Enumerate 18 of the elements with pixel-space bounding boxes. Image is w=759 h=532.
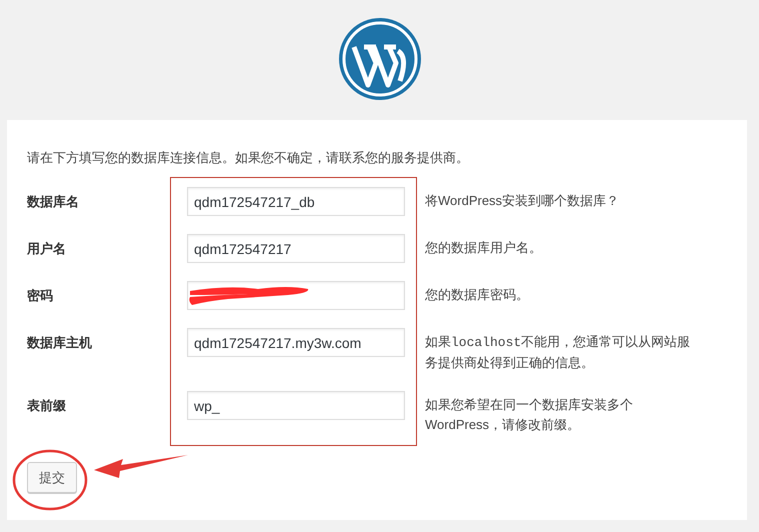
input-field[interactable]: qdm172547217 <box>187 234 405 263</box>
input-field[interactable]: qdm172547217.my3w.com <box>187 328 405 357</box>
field-label: 用户名 <box>27 240 67 258</box>
help-text: 如果您希望在同一个数据库安装多个WordPress，请修改前缀。 <box>425 396 634 434</box>
help-text: 您的数据库密码。 <box>425 286 530 304</box>
input-field[interactable]: qdm172547217_db <box>187 187 405 216</box>
field-label: 密码 <box>27 287 54 305</box>
intro-text: 请在下方填写您的数据库连接信息。如果您不确定，请联系您的服务提供商。 <box>27 149 470 167</box>
wordpress-logo-icon <box>338 17 422 101</box>
help-text: 您的数据库用户名。 <box>425 239 543 257</box>
input-field[interactable]: wp_ <box>187 391 405 420</box>
field-label: 数据库主机 <box>27 334 93 352</box>
submit-button[interactable]: 提交 <box>27 462 77 493</box>
help-text: 将WordPress安装到哪个数据库？ <box>425 192 620 210</box>
input-field[interactable] <box>187 281 405 310</box>
help-text: 如果localhost不能用，您通常可以从网站服务提供商处得到正确的信息。 <box>425 333 692 372</box>
field-label: 表前缀 <box>27 397 67 415</box>
field-label: 数据库名 <box>27 193 80 211</box>
